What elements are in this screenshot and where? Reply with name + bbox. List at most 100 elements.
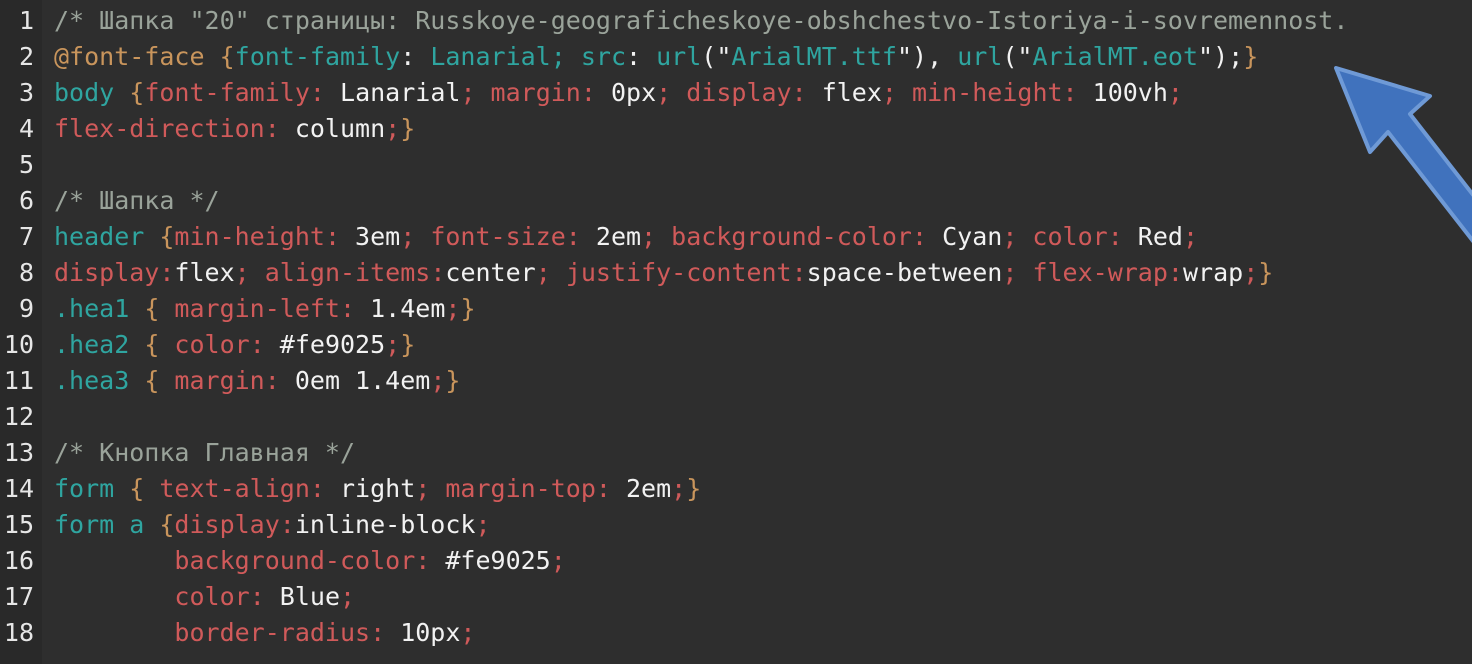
code-line[interactable]: .hea3 { margin: 0em 1.4em;} [42, 363, 1472, 399]
line-number: 18 [3, 618, 34, 647]
code-token: 2em [595, 222, 642, 251]
code-line[interactable] [42, 399, 1472, 435]
code-token: Cyan [942, 222, 1003, 251]
code-token: : [279, 510, 295, 539]
code-token: "), [896, 42, 958, 71]
code-token: "); [1198, 42, 1244, 71]
code-token: display [686, 78, 792, 107]
code-token: ; [445, 294, 461, 323]
code-token: : [370, 618, 401, 647]
code-token: ; [415, 474, 446, 503]
code-token: border-radius [174, 618, 371, 647]
code-token: } [1243, 42, 1259, 71]
code-token: flex-wrap [1032, 258, 1168, 287]
code-line[interactable]: .hea1 { margin-left: 1.4em;} [42, 291, 1472, 327]
code-line[interactable]: header {min-height: 3em; font-size: 2em;… [42, 219, 1472, 255]
line-number: 14 [3, 474, 34, 503]
code-token: : [400, 42, 431, 71]
code-token: #fe9025 [445, 546, 551, 575]
code-line[interactable] [42, 147, 1472, 183]
code-line[interactable]: /* Шапка */ [42, 183, 1472, 219]
code-token: ArialMT.ttf [731, 42, 897, 71]
code-line[interactable]: body {font-family: Lanarial; margin: 0px… [42, 75, 1472, 111]
code-token: color [174, 330, 250, 359]
code-token: column [294, 114, 386, 143]
code-token: center [445, 258, 536, 287]
code-token: 10px [400, 618, 461, 647]
code-line[interactable]: flex-direction: column;} [42, 111, 1472, 147]
code-token: : [324, 222, 356, 251]
code-token: space-between [806, 258, 1003, 287]
code-token: ArialMT.eot [1032, 42, 1199, 71]
code-token: : [340, 294, 371, 323]
code-token: Red [1137, 222, 1183, 251]
code-token: ; [1002, 222, 1033, 251]
code-token: { [129, 78, 145, 107]
code-content-area[interactable]: /* Шапка "20" страницы: Russkoye-geograf… [42, 0, 1472, 664]
code-token: margin-left [174, 294, 340, 323]
line-number: 17 [3, 582, 34, 611]
line-number: 10 [3, 330, 34, 359]
code-token: .hea3 [54, 366, 145, 395]
code-editor[interactable]: 1 2 3 4 5 6 7 8 9 10 11 12 13 14 15 16 17 18 /* Шапка "20… [0, 0, 1472, 664]
code-token: flex-direction [54, 114, 265, 143]
code-line[interactable]: /* Шапка "20" страницы: Russkoye-geograf… [42, 3, 1472, 39]
code-token: ; [550, 546, 566, 575]
code-token: ; [656, 78, 687, 107]
code-token: .hea2 [54, 330, 145, 359]
line-number: 16 [3, 546, 34, 575]
code-line[interactable]: color: Blue; [42, 579, 1472, 615]
code-token: background-color [174, 546, 416, 575]
code-token: : [264, 366, 295, 395]
code-token: align-items [264, 258, 431, 287]
code-token: 3em [355, 222, 401, 251]
code-token: ; [535, 258, 566, 287]
code-line[interactable]: display:flex; align-items:center; justif… [42, 255, 1472, 291]
code-token: margin [174, 366, 265, 395]
line-number: 15 [3, 510, 34, 539]
code-token: } [460, 294, 476, 323]
code-token: : [430, 258, 446, 287]
code-line[interactable]: .hea2 { color: #fe9025;} [42, 327, 1472, 363]
code-token: min-height [174, 222, 325, 251]
code-token: font-family [234, 42, 401, 71]
code-token: { [219, 42, 235, 71]
code-token: url [957, 42, 1003, 71]
code-line[interactable]: /* Кнопка Главная */ [42, 435, 1472, 471]
code-token: color [1032, 222, 1108, 251]
code-line[interactable]: form a {display:inline-block; [42, 507, 1472, 543]
code-token: : [264, 114, 295, 143]
code-token: Lanarial [340, 78, 461, 107]
code-line[interactable]: background-color: #fe9025; [42, 543, 1472, 579]
code-token: flex [821, 78, 882, 107]
line-number: 11 [3, 366, 34, 395]
code-token: ; [385, 330, 401, 359]
code-token: : [1107, 222, 1138, 251]
code-token: ; [550, 42, 581, 71]
code-token: font-size [430, 222, 566, 251]
code-token: { [159, 222, 175, 251]
code-token: } [1258, 258, 1274, 287]
code-token: { [144, 330, 175, 359]
code-token: background-color [671, 222, 912, 251]
code-token: margin [490, 78, 581, 107]
code-token: ; [460, 618, 476, 647]
code-token: ; [671, 474, 687, 503]
code-line[interactable]: @font-face {font-family: Lanarial; src: … [42, 39, 1472, 75]
code-token: /* Шапка "20" страницы: Russkoye-geograf… [54, 6, 1349, 35]
code-token: : [1062, 78, 1093, 107]
code-token: : [791, 258, 807, 287]
code-token: color [174, 582, 250, 611]
code-token: body [54, 78, 130, 107]
code-token: { [144, 294, 175, 323]
code-token: ; [475, 510, 491, 539]
code-token: margin-top [445, 474, 596, 503]
code-token: text-align [159, 474, 310, 503]
code-token: 1.4em [370, 294, 446, 323]
code-token: } [686, 474, 702, 503]
code-line[interactable]: form { text-align: right; margin-top: 2e… [42, 471, 1472, 507]
line-number: 9 [18, 294, 34, 323]
code-line[interactable]: border-radius: 10px; [42, 615, 1472, 651]
code-token: ; [1182, 222, 1199, 251]
